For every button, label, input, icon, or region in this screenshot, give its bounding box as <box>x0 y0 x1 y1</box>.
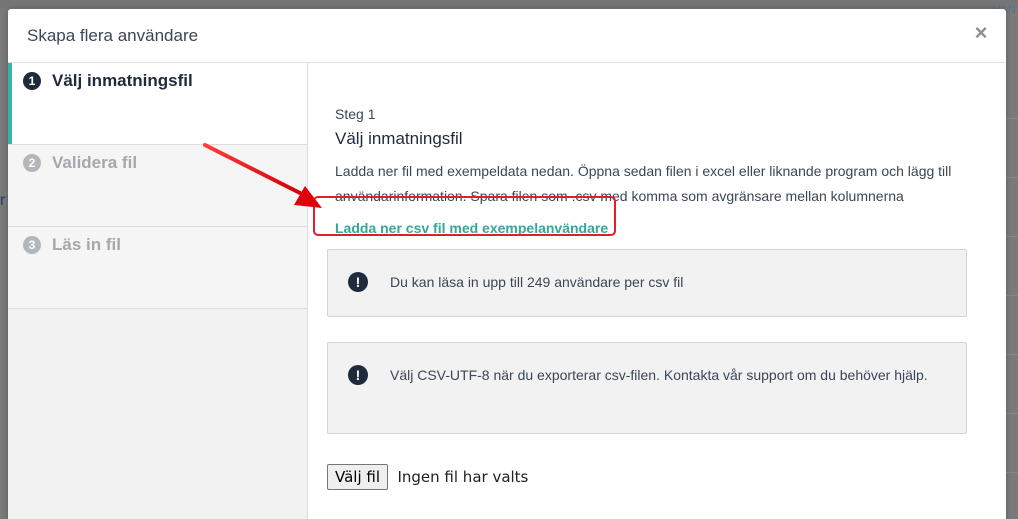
step-select-file[interactable]: 1 Välj inmatningsfil <box>8 63 307 145</box>
background-topbar <box>0 0 1018 8</box>
step-heading: Välj inmatningsfil <box>335 129 463 148</box>
step-kicker: Steg 1 <box>335 106 376 122</box>
step-description: Ladda ner fil med exempeldata nedan. Öpp… <box>335 163 952 204</box>
step-number-badge: 3 <box>23 236 41 254</box>
step-label: Välj inmatningsfil <box>52 71 193 90</box>
info-notice-user-limit: ! Du kan läsa in upp till 249 användare … <box>327 249 967 317</box>
step-label: Validera fil <box>52 153 138 172</box>
info-notice-csv-encoding: ! Välj CSV-UTF-8 när du exporterar csv-f… <box>327 342 967 434</box>
step-label: Läs in fil <box>52 235 121 254</box>
file-status-text: Ingen fil har valts <box>397 468 529 486</box>
modal-title: Skapa flera användare <box>27 26 199 45</box>
step-number-badge: 1 <box>23 72 41 90</box>
modal-header: Skapa flera användare × <box>8 9 1006 63</box>
step-validate-file[interactable]: 2 Validera fil <box>8 145 307 227</box>
choose-file-button[interactable]: Välj fil <box>327 464 389 490</box>
close-icon[interactable]: × <box>972 22 990 44</box>
notice-text: Välj CSV-UTF-8 när du exporterar csv-fil… <box>390 367 928 383</box>
step-number-badge: 2 <box>23 154 41 172</box>
step-import-file[interactable]: 3 Läs in fil <box>8 227 307 309</box>
file-input: Välj fil Ingen fil har valts <box>327 464 528 492</box>
background-edge-text: r <box>0 192 6 209</box>
steps-sidebar: 1 Välj inmatningsfil 2 Validera fil 3 Lä… <box>8 63 308 519</box>
exclamation-circle-icon: ! <box>348 272 368 292</box>
background-rows <box>1006 60 1018 519</box>
notice-text: Du kan läsa in upp till 249 användare pe… <box>390 274 684 290</box>
exclamation-circle-icon: ! <box>348 365 368 385</box>
download-sample-csv-link[interactable]: Ladda ner csv fil med exempelanvändare <box>335 220 608 236</box>
